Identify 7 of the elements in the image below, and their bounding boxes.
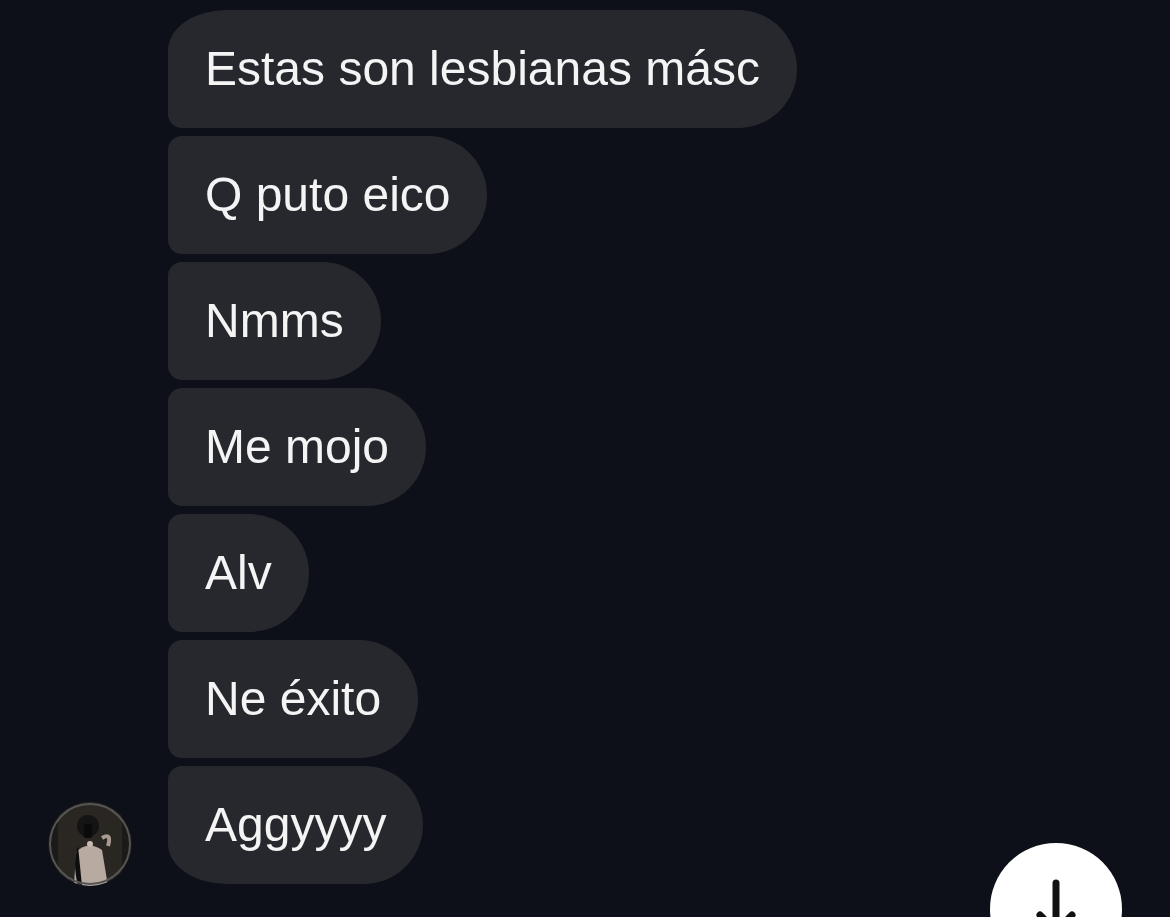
message-bubble: Me mojo	[168, 388, 427, 506]
message-bubble: Aggyyyy	[168, 766, 424, 884]
message-bubble: Ne éxito	[168, 640, 419, 758]
message-bubble: Q puto eico	[168, 136, 488, 254]
message-bubble: Nmms	[168, 262, 381, 380]
message-bubble: Estas son lesbianas másc	[168, 10, 797, 128]
message-bubble: Alv	[168, 514, 309, 632]
